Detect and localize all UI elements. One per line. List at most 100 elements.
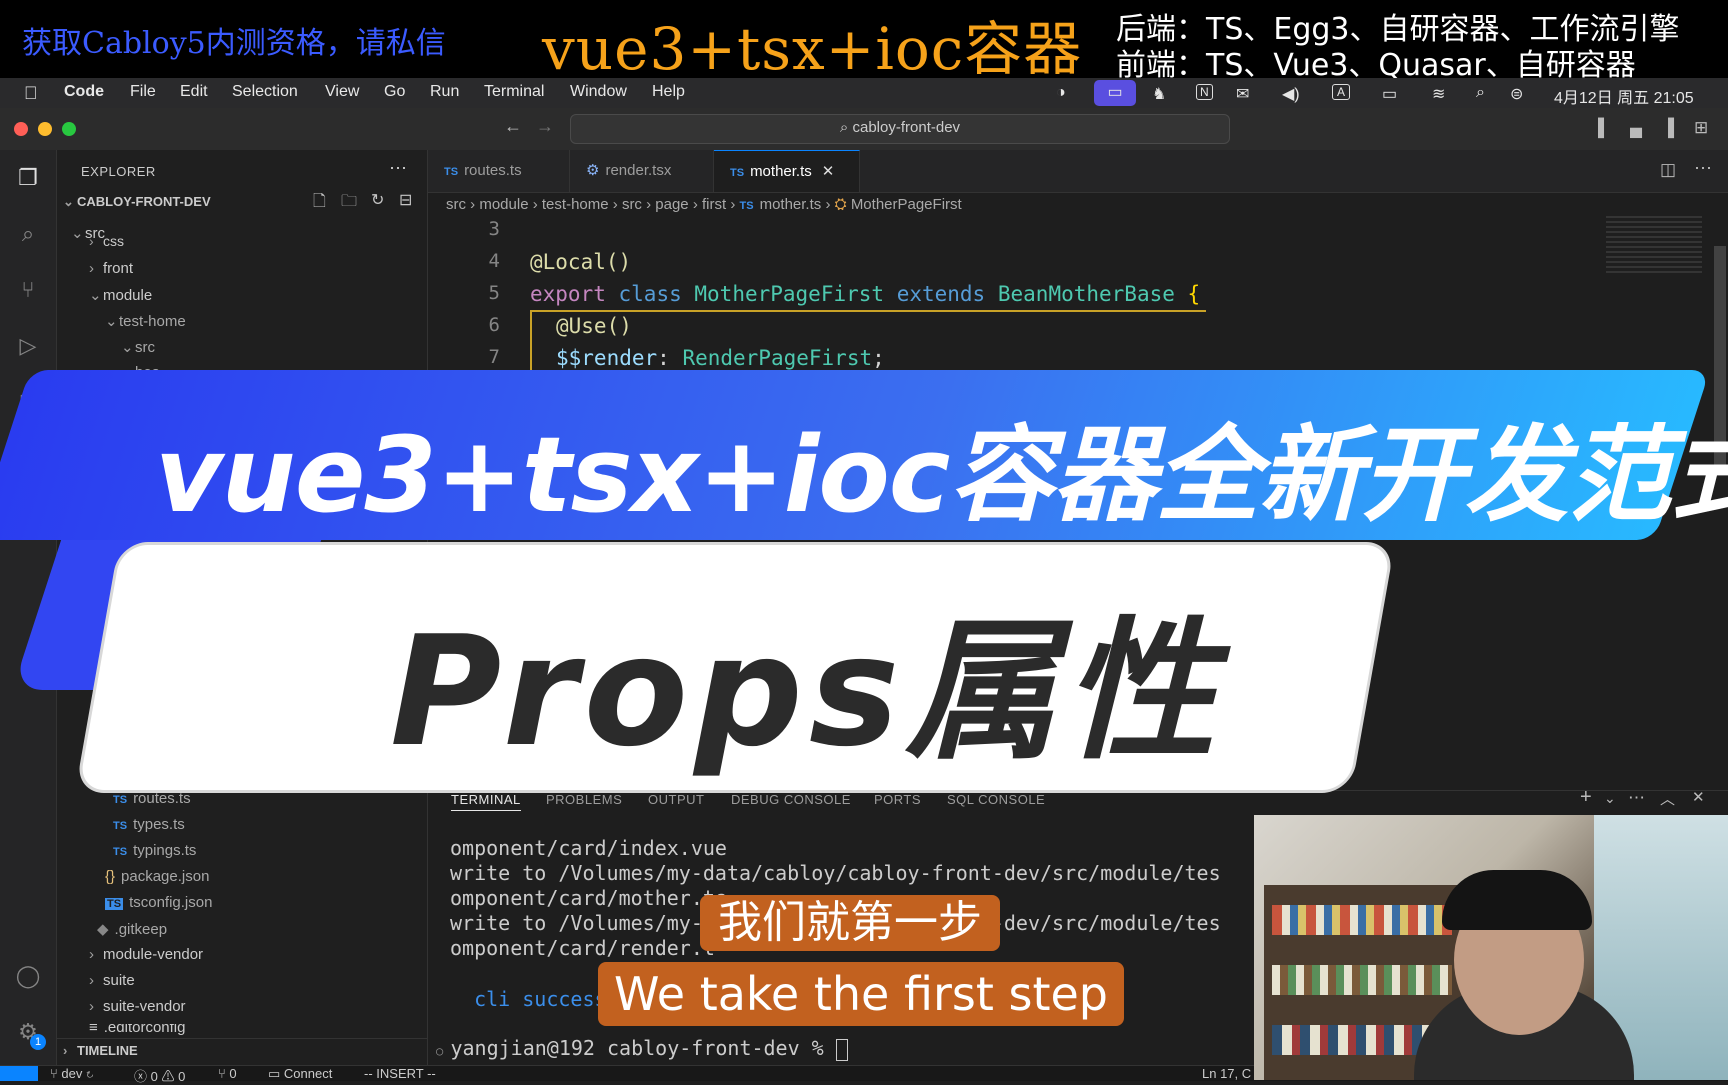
problems-indicator[interactable]: ⓧ 0 ⚠ 0 bbox=[134, 1066, 185, 1085]
wifi-icon[interactable]: ≋ bbox=[1432, 84, 1445, 104]
breadcrumb-item[interactable]: first bbox=[702, 196, 726, 213]
wechat-icon[interactable]: ✉ bbox=[1236, 84, 1249, 104]
terminal-prompt-text: yangjian@192 cabloy-front-dev % bbox=[450, 1036, 836, 1060]
tree-file-package-json[interactable]: {} package.json bbox=[105, 868, 209, 885]
menu-terminal[interactable]: Terminal bbox=[484, 83, 544, 101]
breadcrumb-item[interactable]: MotherPageFirst bbox=[851, 196, 962, 213]
tab-render[interactable]: ⚙ render.tsx bbox=[570, 150, 714, 192]
panel-tab-output[interactable]: OUTPUT bbox=[648, 792, 704, 807]
minimap[interactable] bbox=[1606, 216, 1702, 276]
zoom-window-button[interactable] bbox=[62, 122, 76, 136]
collapse-folders-icon[interactable]: ⊟ bbox=[399, 190, 412, 210]
battery-icon[interactable]: ▭ bbox=[1382, 84, 1397, 104]
tree-file-typings[interactable]: TS typings.ts bbox=[113, 842, 196, 859]
search-view-icon[interactable]: ⌕ bbox=[14, 220, 42, 248]
breadcrumb-item[interactable]: test-home bbox=[542, 196, 609, 213]
branch-indicator[interactable]: ⑂ dev ↻ bbox=[50, 1066, 94, 1081]
back-arrow-icon[interactable]: ← bbox=[504, 116, 522, 137]
menu-help[interactable]: Help bbox=[652, 83, 685, 101]
control-center-icon[interactable]: ⊜ bbox=[1510, 84, 1523, 104]
cursor-position[interactable]: Ln 17, C bbox=[1202, 1066, 1251, 1081]
notion-icon[interactable]: N bbox=[1196, 84, 1213, 100]
customize-layout-icon[interactable]: ⊞ bbox=[1694, 118, 1708, 138]
refresh-explorer-icon[interactable]: ↻ bbox=[371, 190, 384, 210]
split-editor-icon[interactable]: ◫ bbox=[1660, 160, 1676, 180]
clock-text[interactable]: 4月12日 周五 21:05 bbox=[1554, 84, 1694, 108]
tree-folder-module-vendor[interactable]: › module-vendor bbox=[89, 946, 203, 963]
terminal-prompt[interactable]: ○ yangjian@192 cabloy-front-dev % bbox=[436, 1036, 848, 1061]
run-debug-icon[interactable]: ▷ bbox=[14, 332, 42, 360]
toggle-secondary-sidebar-icon[interactable]: ▐ bbox=[1662, 118, 1674, 138]
panel-more-icon[interactable]: ⋯ bbox=[1628, 788, 1645, 808]
tree-folder-front[interactable]: › front bbox=[89, 260, 133, 277]
tree-folder-label: css bbox=[103, 238, 124, 248]
tree-folder-module[interactable]: ⌄module bbox=[89, 286, 152, 304]
menu-view[interactable]: View bbox=[325, 83, 359, 101]
editor-more-icon[interactable]: ⋯ bbox=[1694, 158, 1712, 179]
terminal-dropdown-icon[interactable]: ⌄ bbox=[1604, 790, 1616, 807]
tree-folder-test-home[interactable]: ⌄test-home bbox=[105, 312, 186, 330]
panel-tab-debug-console[interactable]: DEBUG CONSOLE bbox=[731, 792, 851, 807]
panel-tab-sql-console[interactable]: SQL CONSOLE bbox=[947, 792, 1045, 807]
tree-file-tsconfig[interactable]: TS tsconfig.json bbox=[105, 894, 212, 911]
command-center[interactable]: ⌕ cabloy-front-dev bbox=[570, 114, 1230, 144]
command-center-text: cabloy-front-dev bbox=[852, 119, 961, 136]
code-line-4[interactable]: @Local() bbox=[530, 250, 631, 274]
panel-tab-terminal[interactable]: TERMINAL bbox=[451, 792, 521, 811]
remote-indicator[interactable] bbox=[0, 1066, 38, 1081]
breadcrumb-item[interactable]: module bbox=[479, 196, 528, 213]
menu-run[interactable]: Run bbox=[430, 83, 459, 101]
breadcrumb-item[interactable]: mother.ts bbox=[760, 196, 822, 213]
screen-share-icon[interactable]: ▭ bbox=[1094, 80, 1136, 106]
close-window-button[interactable] bbox=[14, 122, 28, 136]
workspace-root[interactable]: ⌄ CABLOY-FRONT-DEV bbox=[63, 194, 211, 210]
tree-folder-css[interactable]: › css bbox=[89, 238, 124, 248]
tree-file-editorconfig[interactable]: ≡ .editorconfig bbox=[89, 1024, 185, 1036]
new-folder-icon[interactable]: 🗀 bbox=[341, 190, 357, 217]
tree-folder-suite[interactable]: › suite bbox=[89, 972, 135, 989]
toggle-primary-sidebar-icon[interactable]: ▌ bbox=[1598, 118, 1610, 138]
menu-go[interactable]: Go bbox=[384, 83, 405, 101]
apple-icon[interactable]:  bbox=[24, 83, 38, 104]
chrome-icon[interactable]: ◑ bbox=[1056, 84, 1066, 102]
volume-icon[interactable]: ◀) bbox=[1282, 84, 1300, 104]
source-control-icon[interactable]: ⑂ bbox=[14, 276, 42, 304]
elephant-icon[interactable]: ♞ bbox=[1152, 84, 1166, 104]
menu-file[interactable]: File bbox=[130, 83, 156, 101]
more-actions-icon[interactable]: ⋯ bbox=[389, 158, 407, 179]
input-method-icon[interactable]: A bbox=[1332, 84, 1351, 100]
menu-selection[interactable]: Selection bbox=[232, 83, 298, 101]
panel-tab-ports[interactable]: PORTS bbox=[874, 792, 921, 807]
tab-routes[interactable]: TS routes.ts bbox=[428, 150, 570, 192]
tree-file-gitkeep[interactable]: ◆ .gitkeep bbox=[97, 920, 167, 938]
menu-edit[interactable]: Edit bbox=[180, 83, 208, 101]
tree-folder-src-inner[interactable]: ⌄src bbox=[121, 338, 155, 356]
close-tab-icon[interactable]: ✕ bbox=[822, 163, 835, 180]
breadcrumb-item[interactable]: src bbox=[622, 196, 642, 213]
tab-mother[interactable]: TS mother.ts ✕ bbox=[714, 150, 860, 192]
tree-folder-suite-vendor[interactable]: › suite-vendor bbox=[89, 998, 186, 1015]
breadcrumb-item[interactable]: src bbox=[446, 196, 466, 213]
menu-code[interactable]: Code bbox=[64, 83, 104, 101]
toggle-panel-icon[interactable]: ▄ bbox=[1630, 118, 1642, 138]
code-line-6[interactable]: @Use() bbox=[556, 314, 632, 338]
new-file-icon[interactable]: 🗋 bbox=[313, 190, 326, 217]
menu-window[interactable]: Window bbox=[570, 83, 627, 101]
breadcrumb-item[interactable]: page bbox=[655, 196, 688, 213]
close-panel-icon[interactable]: ✕ bbox=[1692, 788, 1705, 806]
tree-file-routes[interactable]: TS routes.ts bbox=[113, 790, 191, 807]
tree-file-label: typings.ts bbox=[133, 842, 197, 859]
ports-indicator[interactable]: ⑂ 0 bbox=[218, 1066, 237, 1081]
code-line-5[interactable]: export class MotherPageFirst extends Bea… bbox=[530, 282, 1200, 306]
timeline-section[interactable]: › TIMELINE bbox=[57, 1038, 427, 1065]
accounts-icon[interactable]: ◯ bbox=[14, 962, 42, 990]
forward-arrow-icon[interactable]: → bbox=[536, 116, 554, 137]
explorer-icon[interactable]: ❐ bbox=[14, 164, 42, 192]
search-icon[interactable]: ⌕ bbox=[1476, 84, 1485, 102]
code-line-7[interactable]: $$render: RenderPageFirst; bbox=[556, 346, 885, 370]
panel-tab-problems[interactable]: PROBLEMS bbox=[546, 792, 622, 807]
maximize-panel-icon[interactable]: ︿ bbox=[1660, 788, 1675, 809]
minimize-window-button[interactable] bbox=[38, 122, 52, 136]
tree-file-types[interactable]: TS types.ts bbox=[113, 816, 185, 833]
new-terminal-icon[interactable]: + bbox=[1580, 786, 1592, 809]
